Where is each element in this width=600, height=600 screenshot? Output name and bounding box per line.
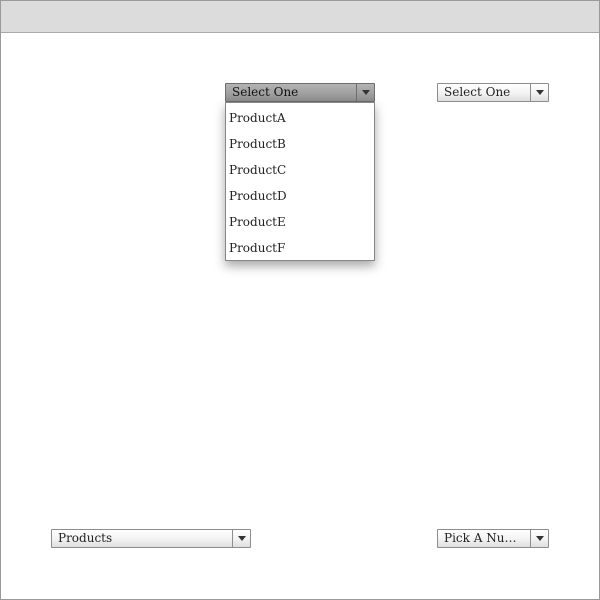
chevron-down-icon [535, 90, 544, 95]
dropdown-option[interactable]: ProductE [226, 209, 374, 235]
dropdown-toggle-button[interactable] [530, 530, 548, 547]
dropdown-menu: ProductA ProductB ProductC ProductD Prod… [225, 102, 375, 261]
dropdown-toggle-button[interactable] [356, 84, 374, 101]
dropdown-option[interactable]: ProductA [226, 105, 374, 131]
products-select[interactable]: Products [51, 529, 251, 548]
number-select[interactable]: Pick A Num... [437, 529, 549, 548]
dropdown-option[interactable]: ProductD [226, 183, 374, 209]
select-value: Select One [444, 85, 511, 99]
select-value: Products [58, 531, 113, 545]
dropdown-option[interactable]: ProductF [226, 235, 374, 261]
dropdown-option[interactable]: ProductB [226, 131, 374, 157]
product-select-open[interactable]: Select One [225, 83, 375, 102]
chevron-down-icon [361, 90, 370, 95]
title-bar [1, 1, 599, 33]
select-value: Pick A Num... [444, 531, 524, 545]
select-top-right[interactable]: Select One [437, 83, 549, 102]
chevron-down-icon [535, 536, 544, 541]
dropdown-toggle-button[interactable] [530, 84, 548, 101]
select-value: Select One [232, 85, 299, 99]
chevron-down-icon [237, 536, 246, 541]
dropdown-option[interactable]: ProductC [226, 157, 374, 183]
dropdown-toggle-button[interactable] [232, 530, 250, 547]
